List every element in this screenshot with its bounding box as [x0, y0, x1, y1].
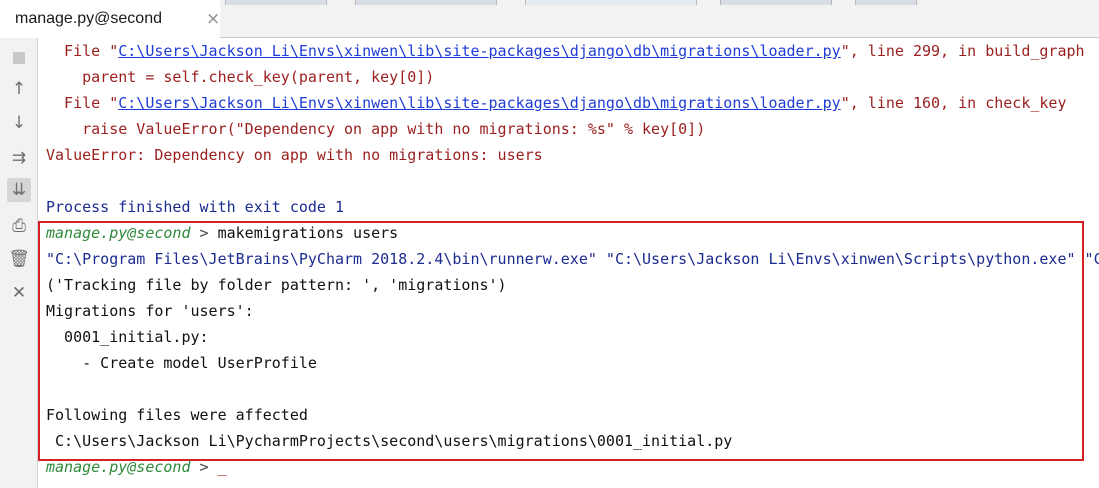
stop-icon[interactable]: [9, 48, 29, 68]
console-toolbar: ↑ ↓ ⇉ ⇊ ⎙ 🗑 ✕: [0, 38, 38, 488]
file-link[interactable]: C:\Users\Jackson Li\Envs\xinwen\lib\site…: [118, 94, 840, 112]
close-icon[interactable]: ✕: [9, 283, 29, 303]
traceback-suffix: ", line 160, in check_key: [840, 94, 1067, 112]
file-link[interactable]: C:\Users\Jackson Li\Envs\xinwen\lib\site…: [118, 42, 840, 60]
traceback-code: raise ValueError("Dependency on app with…: [46, 120, 706, 138]
prompt: manage.py@second: [46, 458, 191, 476]
traceback-prefix: File ": [46, 94, 119, 112]
traceback-prefix: File ": [46, 42, 119, 60]
editor-tab[interactable]: [720, 0, 832, 5]
traceback-line: File "C:\Users\Jackson Li\Envs\xinwen\li…: [46, 90, 1067, 116]
tab-title: manage.py@second: [15, 10, 162, 27]
traceback-suffix: ", line 299, in build_graph: [840, 42, 1085, 60]
close-tab-icon[interactable]: ×: [206, 9, 220, 29]
editor-tab[interactable]: [355, 0, 497, 5]
soft-wrap-icon[interactable]: ⇉: [9, 148, 29, 168]
error-message: ValueError: Dependency on app with no mi…: [46, 146, 543, 164]
trash-icon[interactable]: 🗑: [8, 249, 30, 269]
up-arrow-icon[interactable]: ↑: [9, 79, 29, 99]
editor-tab[interactable]: [225, 0, 327, 5]
prompt-arrow: >: [190, 458, 218, 476]
tab-bar: manage.py@second ×: [0, 0, 1099, 38]
editor-tab[interactable]: [525, 0, 697, 5]
print-icon[interactable]: ⎙: [9, 216, 29, 236]
console-output[interactable]: File "C:\Users\Jackson Li\Envs\xinwen\li…: [38, 38, 1099, 488]
scroll-to-end-icon[interactable]: ⇊: [7, 178, 31, 202]
command-line: manage.py@second > _: [46, 454, 227, 480]
highlight-box: [38, 221, 1084, 461]
tab-manage-py[interactable]: manage.py@second: [0, 0, 220, 38]
down-arrow-icon[interactable]: ↓: [9, 113, 29, 133]
process-exit-message: Process finished with exit code 1: [46, 198, 345, 216]
traceback-line: File "C:\Users\Jackson Li\Envs\xinwen\li…: [46, 38, 1085, 64]
input-caret[interactable]: _: [218, 458, 227, 476]
traceback-code: parent = self.check_key(parent, key[0]): [46, 68, 435, 86]
editor-tab[interactable]: [855, 0, 917, 5]
